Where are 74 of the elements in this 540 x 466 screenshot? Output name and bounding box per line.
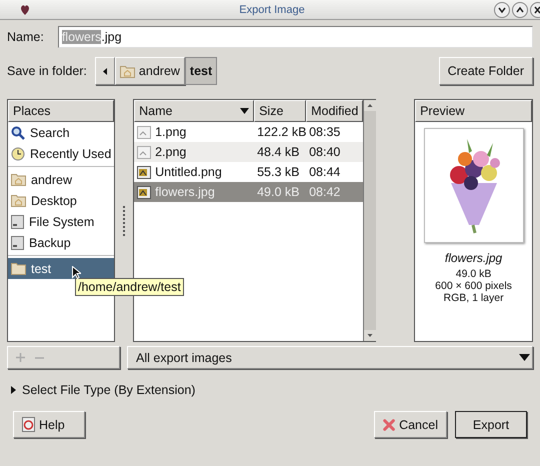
preview-info: 600 × 600 pixels [435, 280, 512, 292]
file-size: 55.3 kB [257, 165, 300, 179]
file-time: 08:40 [309, 145, 340, 159]
file-time: 08:42 [309, 185, 340, 199]
place-item[interactable]: Search [8, 122, 114, 143]
drive-icon [11, 214, 24, 228]
help-button[interactable]: Help [13, 411, 85, 438]
place-item[interactable]: Recently Used [8, 143, 114, 164]
save-in-folder-label: Save in folder: [7, 64, 87, 78]
file-time: 08:44 [309, 165, 340, 179]
file-icon [137, 146, 152, 158]
preview-header: Preview [415, 100, 532, 122]
place-item[interactable]: Backup [8, 232, 114, 253]
expander-label[interactable]: Select File Type (By Extension) [22, 383, 196, 397]
file-size: 122.2 kB [257, 125, 306, 139]
image-file-icon [137, 166, 152, 178]
preview-filename: flowers.jpg [444, 251, 502, 265]
window-title: Export Image [238, 4, 306, 16]
name-field[interactable]: flowers.jpg [58, 26, 533, 48]
file-time: 08:35 [309, 125, 340, 139]
folder-icon [11, 262, 26, 275]
left-arrow-icon [102, 68, 107, 74]
path-button[interactable]: andrew [114, 57, 185, 85]
path-button[interactable]: test [184, 57, 218, 85]
file-size: 48.4 kB [257, 145, 300, 159]
place-item[interactable]: test [8, 258, 114, 279]
preview-info: 49.0 kB [456, 268, 492, 280]
column-header[interactable]: Name [134, 100, 254, 122]
selected-filename-text: flowers [62, 30, 102, 44]
places-header: Places [8, 100, 114, 122]
cancel-icon [383, 418, 396, 432]
file-icon [137, 126, 152, 138]
file-name: 1.png [155, 125, 186, 139]
resize-handle-icon[interactable] [123, 206, 126, 236]
minimize-icon[interactable] [494, 2, 510, 18]
home-folder-icon [120, 64, 135, 78]
app-icon [20, 4, 30, 16]
preview-info: RGB, 1 layer [443, 292, 504, 304]
expander-arrow-icon[interactable] [11, 386, 16, 394]
file-row[interactable]: 2.png 48.4 kB 08:40 [134, 142, 364, 162]
file-name: flowers.jpg [155, 185, 215, 199]
column-header[interactable]: Size [254, 100, 306, 122]
scroll-down-icon[interactable] [364, 330, 376, 341]
clock-icon [11, 146, 25, 160]
path-back-button[interactable] [94, 57, 115, 85]
image-file-icon [137, 186, 152, 198]
place-item[interactable]: File System [8, 211, 114, 232]
search-icon [11, 126, 25, 140]
cancel-button[interactable]: Cancel [374, 411, 447, 438]
scrollbar[interactable] [363, 100, 376, 341]
file-name: 2.png [155, 145, 186, 159]
export-button[interactable]: Export [455, 411, 527, 438]
drive-icon [11, 236, 24, 250]
maximize-icon[interactable] [512, 2, 528, 18]
file-row[interactable]: Untitled.png 55.3 kB 08:44 [134, 162, 364, 182]
name-label: Name: [7, 30, 44, 44]
filename-text: .jpg [101, 30, 122, 44]
filter-dropdown[interactable]: All export images [127, 346, 533, 369]
home-folder-icon [11, 194, 26, 207]
help-icon [22, 417, 35, 432]
scroll-up-icon[interactable] [364, 100, 376, 111]
mouse-cursor-icon [72, 266, 81, 279]
file-size: 49.0 kB [257, 185, 300, 199]
tooltip: /home/andrew/test [75, 278, 184, 296]
create-folder-button[interactable]: Create Folder [438, 57, 533, 85]
close-icon[interactable] [530, 2, 540, 18]
file-row[interactable]: 1.png 122.2 kB 08:35 [134, 122, 364, 142]
home-folder-icon [11, 173, 26, 186]
dropdown-arrow-icon [519, 354, 530, 361]
column-header[interactable]: Modified [306, 100, 364, 122]
place-item[interactable]: Desktop [8, 190, 114, 211]
file-name: Untitled.png [155, 165, 222, 179]
place-item[interactable]: andrew [8, 169, 114, 190]
sort-arrow-icon [240, 108, 250, 114]
